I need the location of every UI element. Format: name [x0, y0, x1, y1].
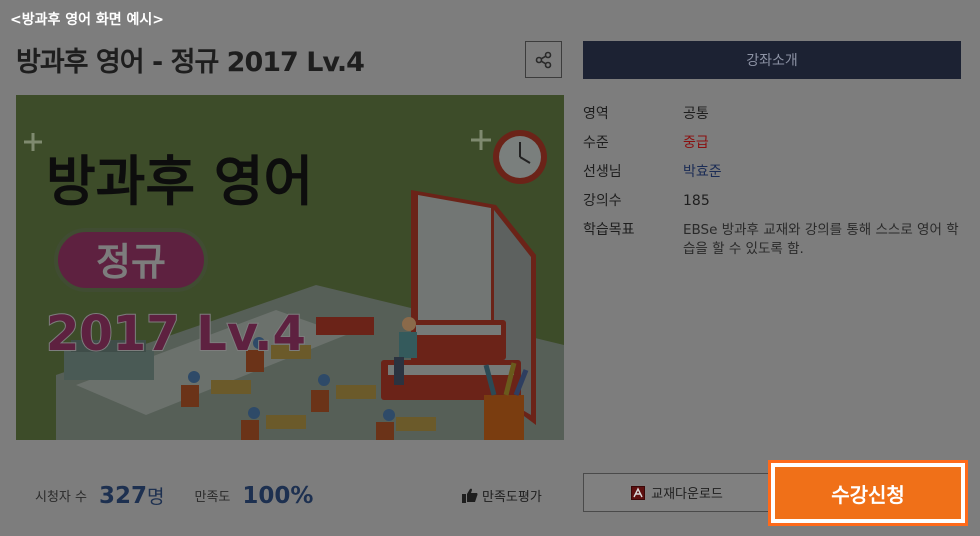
thumbs-up-icon: [462, 488, 478, 503]
viewers-unit: 명: [147, 486, 165, 508]
satisfaction-label: 만족도: [194, 490, 231, 505]
textbook-download-button[interactable]: 교재다운로드: [583, 473, 771, 512]
info-value: EBSe 방과후 교재와 강의를 통해 스스로 영어 학습을 할 수 있도록 함…: [683, 222, 959, 257]
thumbnail-illustration: 방과후 영어 정규 2017 Lv.4: [16, 95, 564, 440]
course-stats: 시청자 수 327 명 만족도 100%: [35, 482, 313, 509]
course-title: 방과후 영어 - 정규 2017 Lv.4: [16, 47, 365, 78]
info-key: 강의수: [583, 193, 622, 209]
course-info: 영역 공통 수준 중급 선생님 박효준 강의수 185 학습목표 EBSe 방과…: [583, 100, 963, 259]
satisfaction-value: 100%: [242, 482, 314, 509]
info-key: 수준: [583, 135, 609, 151]
viewers-count: 327: [98, 482, 147, 509]
info-value: 공통: [683, 106, 709, 122]
info-key: 학습목표: [583, 222, 635, 238]
viewers-label: 시청자 수: [35, 490, 87, 505]
screen-caption: <방과후 영어 화면 예시>: [10, 12, 165, 28]
info-row-area: 영역 공통: [583, 100, 963, 129]
download-label: 교재다운로드: [651, 487, 723, 502]
pdf-icon: [631, 485, 646, 500]
info-row-goal: 학습목표 EBSe 방과후 교재와 강의를 통해 스스로 영어 학습을 할 수 …: [583, 216, 963, 259]
info-value: 185: [683, 193, 710, 209]
info-row-level: 수준 중급: [583, 129, 963, 158]
thumbnail-subtitle: 2017 Lv.4: [46, 306, 306, 362]
share-icon: [535, 51, 551, 68]
thumbnail-title: 방과후 영어: [46, 150, 313, 213]
info-row-teacher: 선생님 박효준: [583, 158, 963, 187]
apply-label: 수강신청: [775, 467, 961, 519]
info-row-lectures: 강의수 185: [583, 187, 963, 216]
apply-button[interactable]: 수강신청: [768, 460, 968, 526]
tab-course-intro[interactable]: 강좌소개: [583, 41, 961, 79]
thumbnail-badge: 정규: [96, 240, 166, 284]
info-key: 선생님: [583, 164, 622, 180]
info-key: 영역: [583, 106, 609, 122]
course-thumbnail[interactable]: 방과후 영어 정규 2017 Lv.4: [16, 95, 564, 440]
info-value: 중급: [683, 135, 709, 151]
rate-satisfaction-button[interactable]: 만족도평가: [462, 486, 542, 505]
teacher-link[interactable]: 박효준: [683, 158, 722, 187]
share-button[interactable]: [525, 41, 562, 78]
rate-label: 만족도평가: [482, 490, 542, 505]
